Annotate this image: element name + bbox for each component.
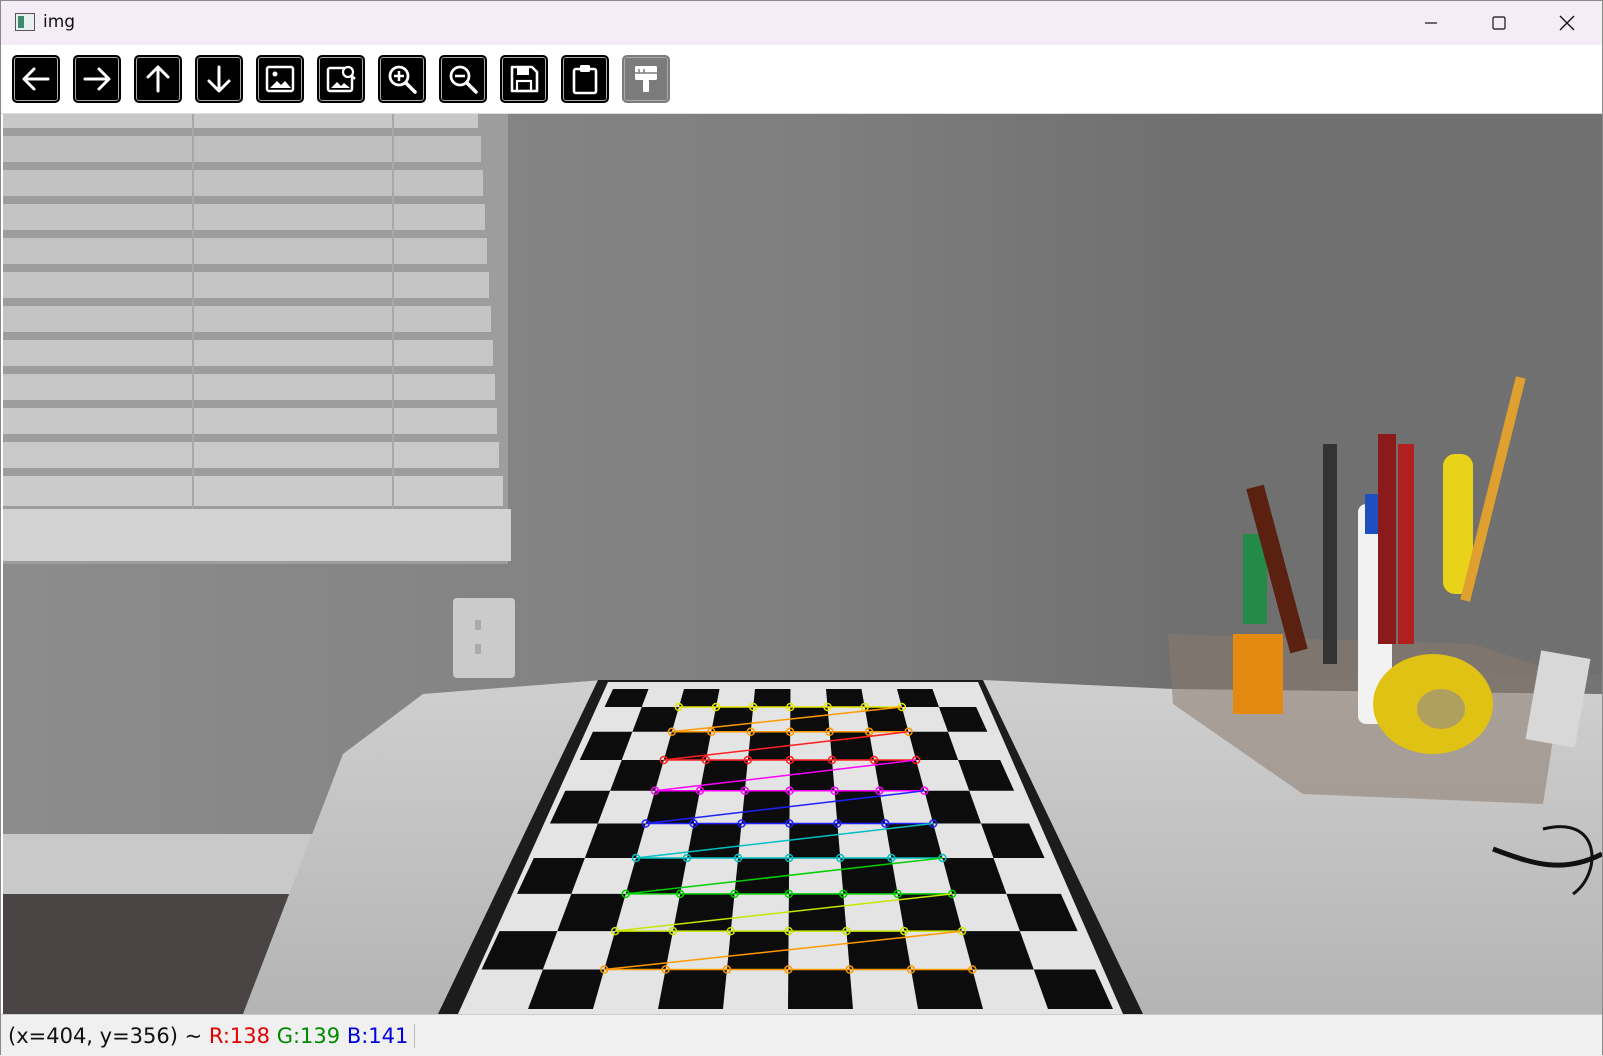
chess-square [672,893,735,932]
zoom-out-button[interactable] [439,55,487,103]
pan-down-button[interactable] [195,55,243,103]
camera-image [3,114,1602,1014]
pan-up-button[interactable] [134,55,182,103]
chess-square [687,823,742,858]
arrow-up-icon [146,65,170,93]
red-value: R:138 [208,1024,271,1048]
chess-square [790,706,830,732]
minimize-button[interactable] [1397,1,1465,45]
status-bar: (x=404, y=356) ~ R:138 G:139 B:141 [1,1014,1602,1056]
minimize-icon [1425,22,1437,24]
close-icon [1559,15,1575,31]
zoom-in-icon [388,65,417,94]
image-zoom-icon [326,65,356,93]
green-value: G:139 [276,1024,341,1048]
properties-button[interactable] [622,55,670,103]
pan-right-button[interactable] [73,55,121,103]
chess-square [658,969,727,1009]
save-icon [510,65,539,93]
chess-square [788,969,853,1009]
zoom-reset-button[interactable] [256,55,304,103]
zoom-out-icon [449,65,478,94]
maximize-icon [1492,16,1506,30]
image-canvas[interactable] [3,114,1602,1014]
zoom-fit-button[interactable] [317,55,365,103]
title-bar[interactable]: img [1,1,1602,45]
zoom-in-button[interactable] [378,55,426,103]
chess-square [789,823,841,858]
pixel-info: (x=404, y=356) ~ R:138 G:139 B:141 [8,1024,416,1048]
window-title: img [43,12,76,32]
cursor-coords: (x=404, y=356) ~ [8,1024,209,1048]
wall-outlet [453,598,515,678]
app-icon [15,13,35,31]
copy-clipboard-button[interactable] [561,55,609,103]
pan-left-button[interactable] [12,55,60,103]
chess-square [753,689,791,707]
brush-icon [635,66,657,92]
clipboard-icon [572,65,598,95]
close-button[interactable] [1533,1,1601,45]
chess-square [788,893,847,932]
blue-value: B:141 [346,1024,409,1048]
arrow-left-icon [22,67,50,91]
arrow-down-icon [207,65,231,93]
chess-square [846,931,912,970]
chess-square [789,760,835,791]
maximize-button[interactable] [1465,1,1533,45]
save-button[interactable] [500,55,548,103]
image-icon [265,65,295,93]
toolbar [1,45,1602,114]
chess-square [826,689,865,707]
image-window: img (x=404, y=356) ~ R:138 G:139 B:141 [0,0,1603,1056]
chess-square [699,760,748,791]
chess-square [911,969,983,1009]
arrow-right-icon [83,67,111,91]
